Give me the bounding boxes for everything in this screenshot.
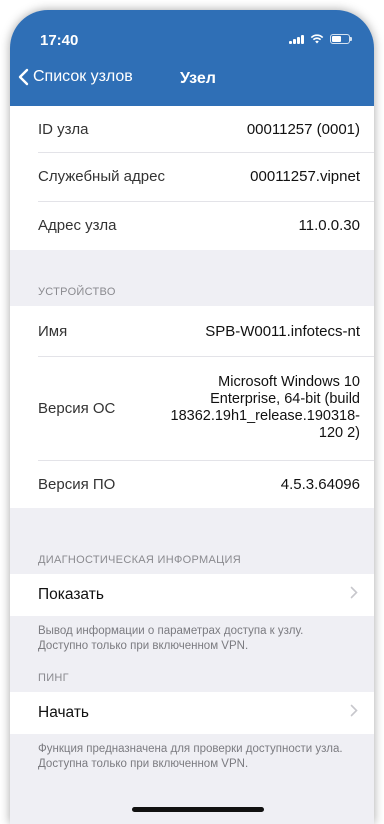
battery-icon: [330, 34, 352, 44]
node-address-row: Адрес узла 11.0.0.30: [10, 201, 374, 250]
ping-note: Функция предназначена для проверки досту…: [38, 743, 343, 770]
nav-header: 17:40 Список узлов Узел: [10, 10, 374, 106]
status-icons: [289, 34, 352, 44]
chevron-right-icon: [350, 704, 358, 722]
row-label: Версия ПО: [38, 475, 116, 493]
page-title: Узел: [180, 70, 216, 87]
action-label: Показать: [38, 586, 104, 603]
row-value: 00011257 (0001): [246, 120, 360, 138]
device-name-row: Имя SPB-W0011.infotecs-nt: [10, 306, 374, 356]
home-indicator[interactable]: [132, 807, 264, 812]
section-header-diagnostics: ДИАГНОСТИЧЕСКАЯ ИНФОРМАЦИЯ: [38, 554, 241, 566]
row-label: Версия ОС: [38, 399, 116, 417]
signal-icon: [289, 34, 304, 44]
chevron-right-icon: [350, 586, 358, 604]
chevron-left-icon: [18, 68, 29, 86]
start-ping-button[interactable]: Начать: [10, 692, 374, 734]
row-value: 00011257.vipnet: [250, 168, 360, 185]
back-label: Список узлов: [33, 68, 133, 85]
device-group: Имя SPB-W0011.infotecs-nt Версия ОС Micr…: [10, 306, 374, 508]
section-header-ping: ПИНГ: [38, 672, 69, 684]
action-label: Начать: [38, 704, 90, 721]
row-value: Microsoft Windows 10 Enterprise, 64-bit …: [170, 374, 360, 441]
back-button[interactable]: Список узлов: [18, 68, 133, 86]
content: ID узла 00011257 (0001) Служебный адрес …: [10, 106, 374, 824]
node-info-group: ID узла 00011257 (0001) Служебный адрес …: [10, 106, 374, 250]
row-label: Имя: [38, 322, 68, 340]
row-value: 4.5.3.64096: [280, 475, 360, 493]
software-version-row: Версия ПО 4.5.3.64096: [10, 460, 374, 508]
section-header-device: УСТРОЙСТВО: [38, 286, 116, 298]
os-version-row: Версия ОС Microsoft Windows 10 Enterpris…: [10, 356, 374, 460]
node-id-row: ID узла 00011257 (0001): [10, 106, 374, 152]
service-address-row: Служебный адрес 00011257.vipnet: [10, 152, 374, 201]
phone-screen: 17:40 Список узлов Узел ID узла 00011257: [10, 10, 374, 824]
row-label: ID узла: [38, 120, 89, 138]
show-diagnostics-button[interactable]: Показать: [10, 574, 374, 616]
diagnostics-note: Вывод информации о параметрах доступа к …: [38, 625, 304, 652]
status-time: 17:40: [40, 32, 79, 49]
row-value: 11.0.0.30: [298, 217, 360, 234]
wifi-icon: [310, 34, 324, 44]
row-label: Служебный адрес: [38, 168, 165, 185]
row-label: Адрес узла: [38, 217, 117, 234]
row-value: SPB-W0011.infotecs-nt: [205, 322, 360, 340]
